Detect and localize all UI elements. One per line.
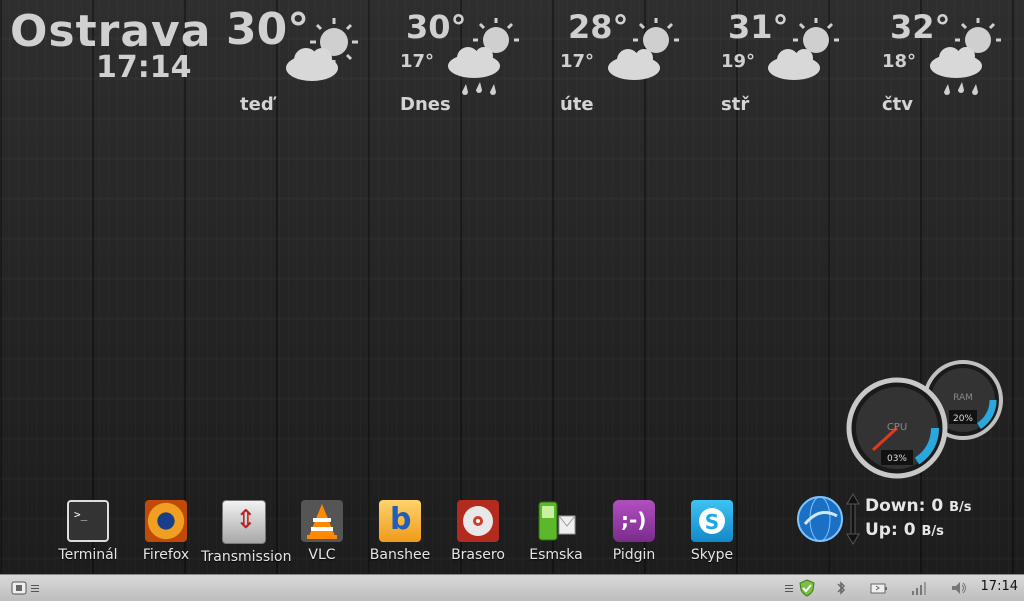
pidgin-icon: ;-) (613, 500, 655, 542)
dock-app-vlc[interactable]: VLC (279, 498, 365, 563)
forecast-low-4: 18° (882, 51, 917, 72)
vlc-icon (301, 500, 343, 542)
terminal-icon: >_ (67, 500, 109, 542)
forecast-low-2: 17° (560, 51, 595, 72)
partly-cloudy-rain-icon (448, 18, 519, 95)
dock-app-brasero[interactable]: Brasero (435, 498, 521, 563)
dock-app-banshee[interactable]: b Banshee (357, 498, 443, 563)
forecast-day-1: Dnes (400, 94, 451, 115)
banshee-icon: b (379, 500, 421, 542)
panel-handle-icon[interactable] (30, 579, 40, 597)
forecast-day-2: úte (560, 94, 594, 115)
bottom-panel: 17:14 (0, 574, 1024, 601)
battery-icon[interactable] (870, 579, 888, 597)
dock-app-label: Esmska (529, 547, 583, 563)
dock-app-skype[interactable]: S Skype (669, 498, 755, 563)
system-gauges: RAM 20% CPU 03% (846, 360, 1003, 479)
dock-app-firefox[interactable]: Firefox (123, 498, 209, 563)
menu-icon[interactable] (10, 579, 28, 597)
svg-text:S: S (705, 510, 719, 534)
app-dock: >_ Terminál Firefox ⇕ Transmission VLC b… (0, 498, 1024, 568)
firefox-icon (145, 500, 187, 542)
forecast-day-4: čtv (882, 94, 914, 115)
partly-cloudy-icon (768, 18, 839, 80)
dock-app-label: Skype (690, 547, 734, 563)
partly-cloudy-rain-icon (930, 18, 1001, 95)
weather-widget: Ostrava 17:14 30° teď 30° 17° Dnes 28° 1… (0, 0, 1024, 130)
transmission-icon: ⇕ (222, 500, 266, 544)
dock-app-transmission[interactable]: ⇕ Transmission (201, 498, 292, 565)
forecast-day-3: stř (721, 94, 750, 115)
panel-clock[interactable]: 17:14 (981, 579, 1018, 594)
dock-app-label: Brasero (451, 547, 505, 563)
bluetooth-icon[interactable] (832, 579, 850, 597)
dock-app-pidgin[interactable]: ;-) Pidgin (591, 498, 677, 563)
forecast-low-3: 19° (721, 51, 756, 72)
cpu-gauge: CPU 03% (846, 377, 948, 479)
dock-app-esmska[interactable]: Esmska (513, 498, 599, 563)
weather-time: 17:14 (96, 50, 192, 85)
ram-value: 20% (953, 414, 973, 424)
dock-app-label: Transmission (201, 549, 292, 565)
partly-cloudy-icon (286, 18, 358, 81)
current-day-label: teď (240, 94, 274, 115)
dock-app-label: Banshee (369, 547, 431, 563)
dock-app-label: Pidgin (612, 547, 656, 563)
tray-handle-icon[interactable] (784, 579, 794, 597)
volume-icon[interactable] (950, 579, 968, 597)
skype-icon: S (691, 500, 733, 542)
dock-app-label: Firefox (142, 547, 190, 563)
forecast-low-1: 17° (400, 51, 435, 72)
brasero-icon (457, 500, 499, 542)
dock-app-label: VLC (308, 547, 336, 563)
dock-app-terminal[interactable]: >_ Terminál (45, 498, 131, 563)
shield-icon[interactable] (798, 579, 816, 597)
dock-app-label: Terminál (58, 547, 118, 563)
cpu-value: 03% (887, 454, 907, 464)
partly-cloudy-icon (608, 18, 679, 80)
ram-label: RAM (953, 393, 973, 403)
esmska-icon (535, 500, 577, 542)
signal-icon[interactable] (910, 579, 928, 597)
cpu-label: CPU (887, 422, 907, 433)
